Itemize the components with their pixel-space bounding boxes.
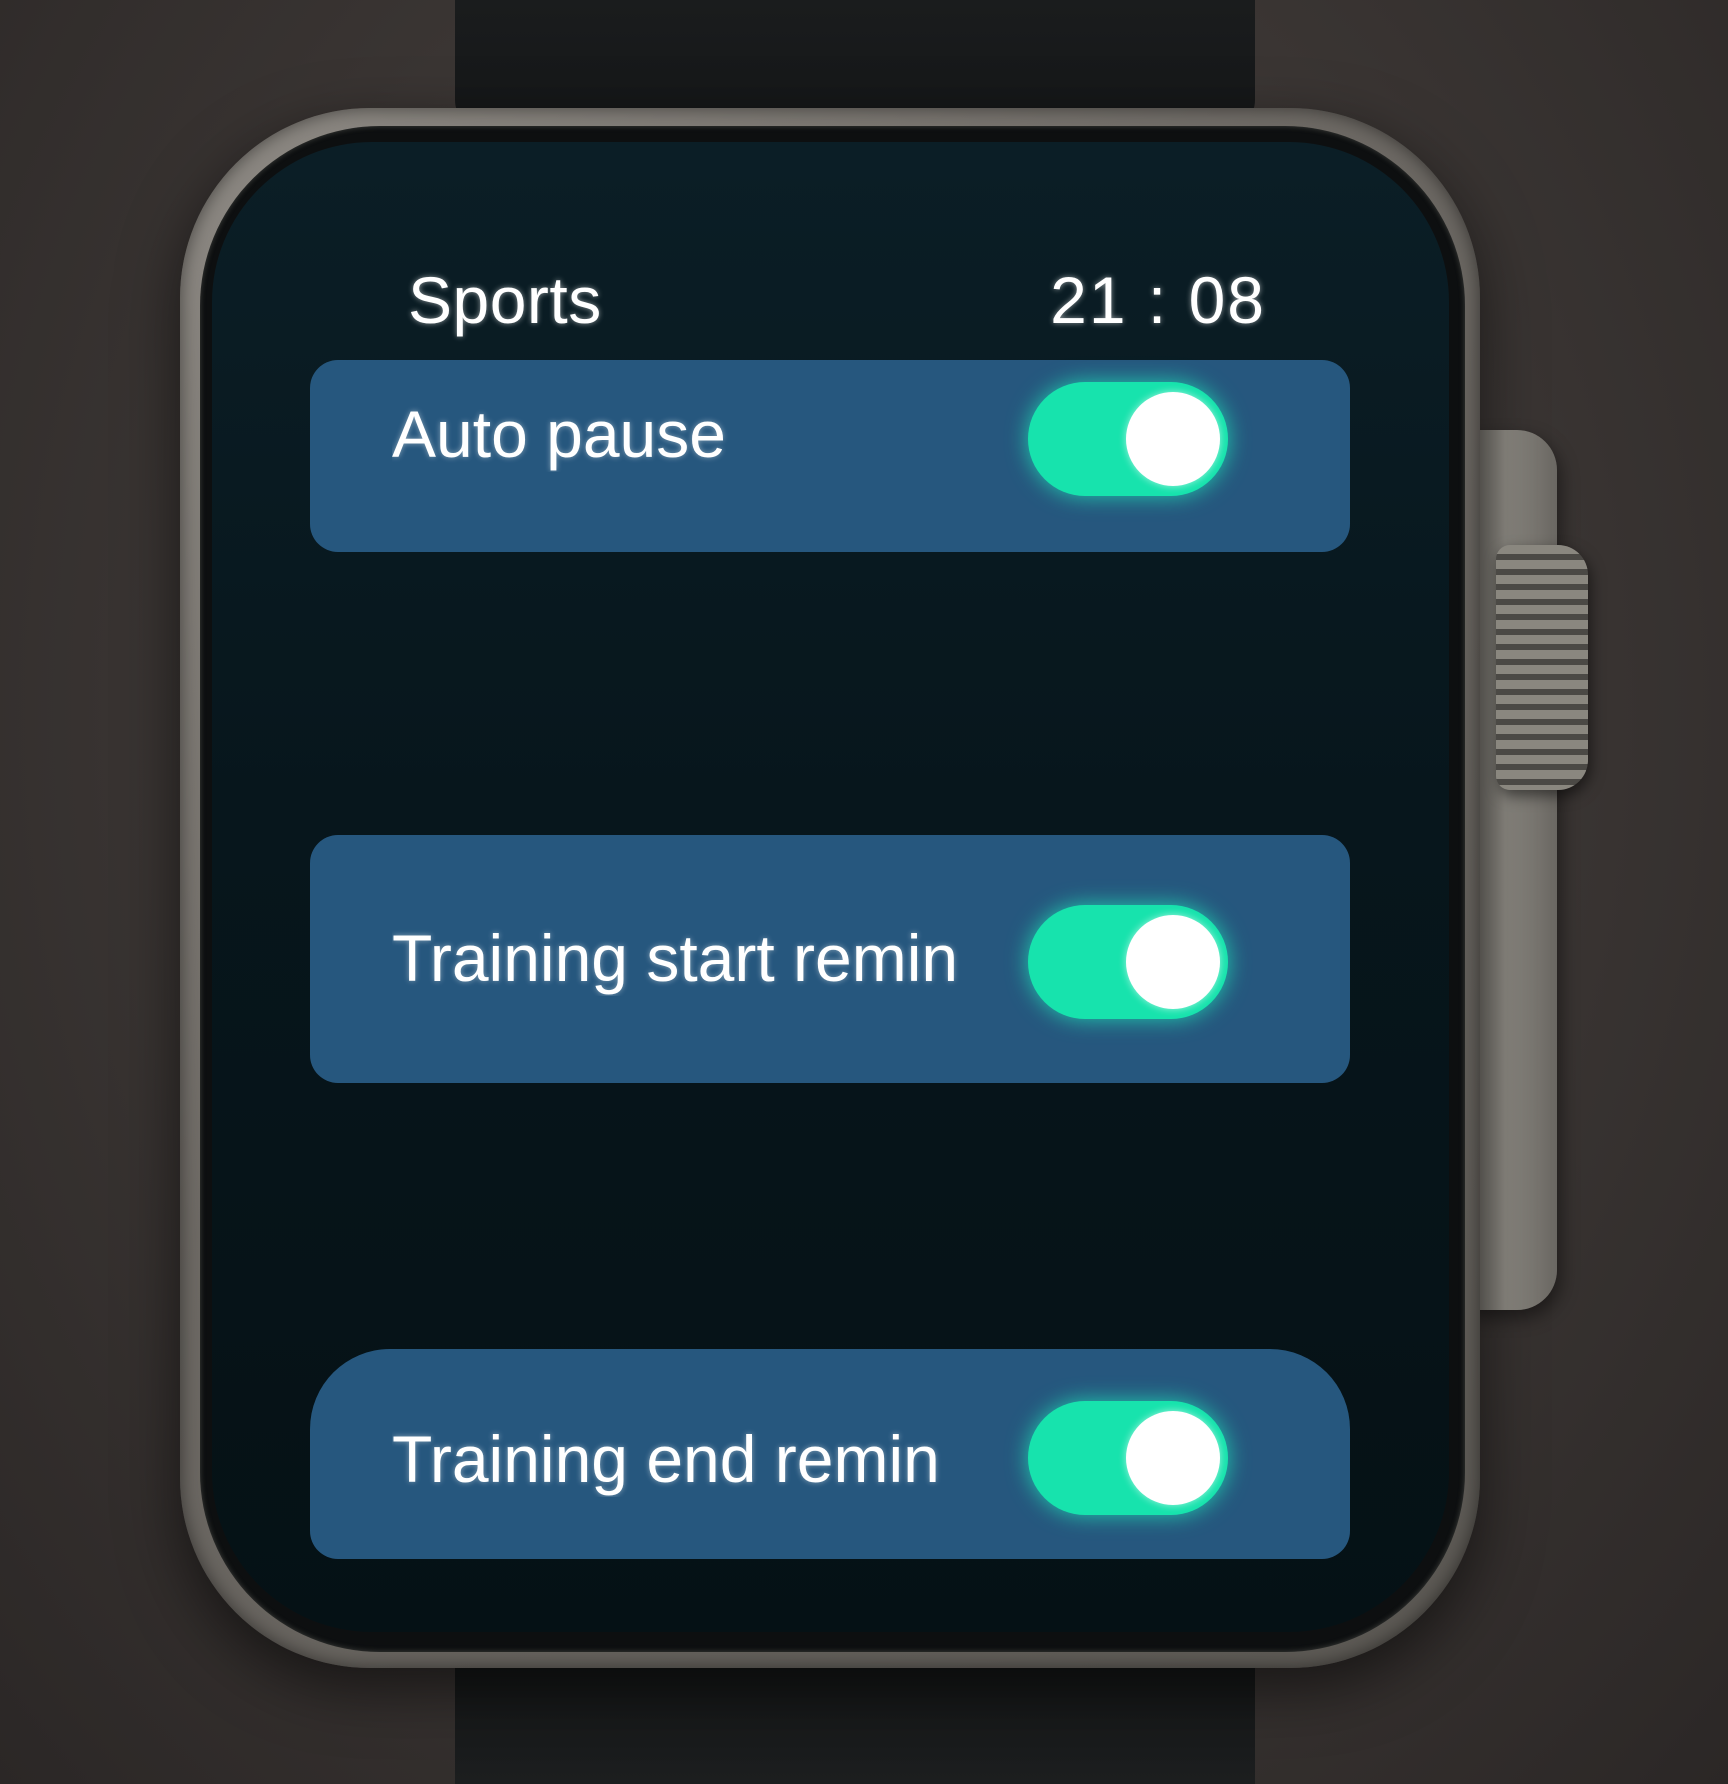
setting-label: Training end remin [392, 1422, 940, 1496]
toggle-knob [1126, 915, 1220, 1009]
toggle-knob [1126, 392, 1220, 486]
setting-row-training-start-reminder[interactable]: Training start remin [310, 835, 1350, 1083]
digital-crown[interactable] [1496, 545, 1588, 790]
watch-screen: Sports 21 : 08 Auto pause Training start… [212, 142, 1449, 1632]
setting-row-training-end-reminder[interactable]: Training end remin [310, 1349, 1350, 1559]
toggle-knob [1126, 1411, 1220, 1505]
setting-row-auto-pause[interactable]: Auto pause [310, 360, 1350, 552]
page-title: Sports [408, 263, 602, 337]
status-time: 21 : 08 [1050, 263, 1266, 337]
training-end-reminder-toggle[interactable] [1028, 1401, 1228, 1515]
training-start-reminder-toggle[interactable] [1028, 905, 1228, 1019]
setting-label: Training start remin [392, 921, 959, 995]
auto-pause-toggle[interactable] [1028, 382, 1228, 496]
setting-label: Auto pause [392, 397, 726, 471]
